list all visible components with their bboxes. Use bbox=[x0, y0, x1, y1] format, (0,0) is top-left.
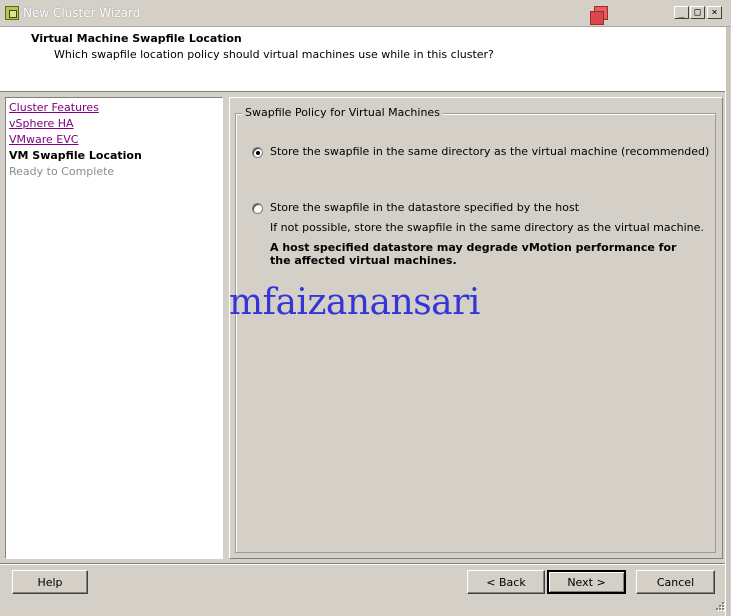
resize-grip-icon[interactable] bbox=[714, 600, 726, 612]
window-title: New Cluster Wizard bbox=[23, 6, 141, 20]
maximize-button[interactable]: □ bbox=[690, 6, 705, 19]
overlapping-windows-icon bbox=[590, 5, 612, 25]
window-right-border bbox=[725, 27, 730, 616]
option-same-directory-label[interactable]: Store the swapfile in the same directory… bbox=[270, 145, 709, 158]
close-button[interactable]: × bbox=[707, 6, 722, 19]
nav-item-vmware-evc[interactable]: VMware EVC bbox=[9, 133, 78, 146]
group-title: Swapfile Policy for Virtual Machines bbox=[242, 106, 443, 119]
title-bar[interactable]: New Cluster Wizard _ □ × bbox=[0, 0, 731, 27]
cancel-button[interactable]: Cancel bbox=[636, 570, 715, 594]
option-host-datastore-label[interactable]: Store the swapfile in the datastore spec… bbox=[270, 201, 579, 214]
wizard-header: Virtual Machine Swapfile Location Which … bbox=[0, 27, 725, 92]
footer-divider bbox=[0, 563, 725, 565]
radio-host-datastore[interactable] bbox=[252, 203, 263, 214]
step-subtitle: Which swapfile location policy should vi… bbox=[54, 48, 494, 61]
step-content-panel: Swapfile Policy for Virtual Machines Sto… bbox=[229, 97, 723, 559]
wizard-step-list: Cluster Features vSphere HA VMware EVC V… bbox=[5, 97, 223, 559]
nav-item-ready-to-complete: Ready to Complete bbox=[9, 165, 115, 178]
nav-item-cluster-features[interactable]: Cluster Features bbox=[9, 101, 99, 114]
nav-item-vsphere-ha[interactable]: vSphere HA bbox=[9, 117, 74, 130]
help-button[interactable]: Help bbox=[12, 570, 88, 594]
watermark-text: mfaizanansari bbox=[229, 282, 480, 323]
option-host-datastore-note: If not possible, store the swapfile in t… bbox=[270, 221, 704, 234]
step-title: Virtual Machine Swapfile Location bbox=[31, 32, 242, 45]
back-button[interactable]: < Back bbox=[467, 570, 545, 594]
next-button[interactable]: Next > bbox=[547, 570, 626, 594]
vsphere-app-icon bbox=[5, 6, 19, 20]
swapfile-policy-group: Swapfile Policy for Virtual Machines Sto… bbox=[235, 106, 716, 553]
radio-same-directory[interactable] bbox=[252, 147, 263, 158]
nav-item-vm-swapfile-location: VM Swapfile Location bbox=[9, 149, 142, 162]
option-host-datastore-warning: A host specified datastore may degrade v… bbox=[270, 241, 677, 267]
minimize-button[interactable]: _ bbox=[674, 6, 689, 19]
wizard-window: New Cluster Wizard _ □ × Virtual Machine… bbox=[0, 0, 731, 616]
